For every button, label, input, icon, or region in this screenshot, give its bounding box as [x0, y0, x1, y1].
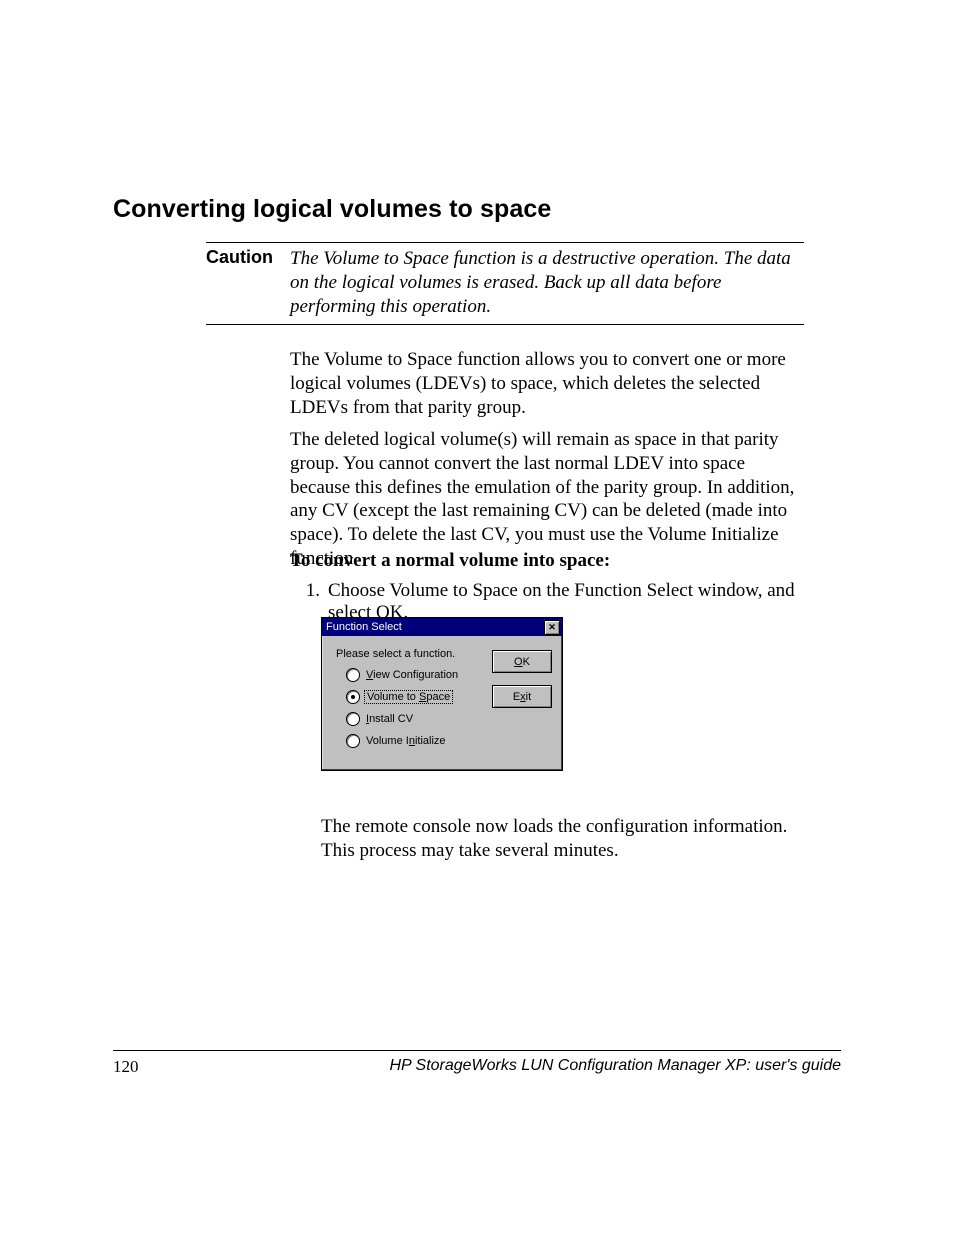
procedure-title: To convert a normal volume into space: — [290, 549, 804, 573]
divider — [206, 324, 804, 325]
close-icon[interactable]: ✕ — [544, 620, 560, 635]
radio-icon — [346, 668, 360, 682]
guide-title: HP StorageWorks LUN Configuration Manage… — [389, 1057, 841, 1077]
function-select-dialog: Function Select ✕ Please select a functi… — [321, 617, 563, 771]
radio-group: View Configuration Volume to Space Insta… — [336, 668, 486, 748]
exit-button[interactable]: Exit — [492, 685, 552, 708]
paragraph: The remote console now loads the configu… — [321, 815, 821, 863]
option-view-configuration[interactable]: View Configuration — [346, 668, 486, 682]
page-number: 120 — [113, 1057, 139, 1077]
caution-text: The Volume to Space function is a destru… — [290, 247, 804, 318]
dialog-prompt: Please select a function. — [336, 648, 486, 660]
page: Converting logical volumes to space Caut… — [0, 0, 954, 1235]
ok-button[interactable]: OK — [492, 650, 552, 673]
dialog-body: Please select a function. View Configura… — [322, 636, 562, 770]
caution-block: Caution The Volume to Space function is … — [206, 242, 804, 325]
radio-icon — [346, 734, 360, 748]
radio-icon — [346, 712, 360, 726]
option-label: Volume to Space — [364, 690, 453, 704]
option-volume-to-space[interactable]: Volume to Space — [346, 690, 486, 704]
paragraph: The Volume to Space function allows you … — [290, 348, 804, 419]
dialog-titlebar[interactable]: Function Select ✕ — [322, 618, 562, 636]
dialog-title-text: Function Select — [326, 621, 402, 633]
radio-icon — [346, 690, 360, 704]
option-label: Install CV — [366, 713, 413, 725]
page-footer: 120 HP StorageWorks LUN Configuration Ma… — [113, 1050, 841, 1077]
option-label: View Configuration — [366, 669, 458, 681]
option-install-cv[interactable]: Install CV — [346, 712, 486, 726]
option-volume-initialize[interactable]: Volume Initialize — [346, 734, 486, 748]
caution-label: Caution — [206, 247, 290, 268]
option-label: Volume Initialize — [366, 735, 446, 747]
section-heading: Converting logical volumes to space — [113, 195, 551, 224]
